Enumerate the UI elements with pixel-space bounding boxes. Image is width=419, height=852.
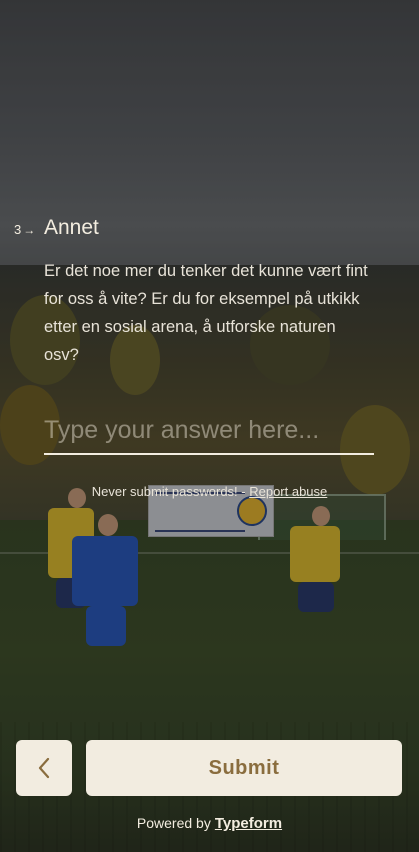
question-title: Annet: [44, 216, 99, 239]
answer-input[interactable]: [44, 407, 374, 455]
report-abuse-link[interactable]: Report abuse: [249, 484, 327, 499]
typeform-link[interactable]: Typeform: [215, 815, 282, 832]
question-number: 3 →: [14, 222, 35, 237]
password-notice: Never submit passwords! - Report abuse: [0, 484, 419, 499]
powered-by-label: Powered by: [136, 815, 211, 831]
submit-button[interactable]: Submit: [86, 740, 402, 796]
arrow-right-icon: →: [23, 223, 36, 237]
question-description: Er det noe mer du tenker det kunne vært …: [44, 262, 368, 364]
chevron-left-icon: [38, 757, 50, 779]
notice-text: Never submit passwords! -: [91, 484, 250, 499]
powered-by: Powered by Typeform: [0, 815, 419, 832]
back-button[interactable]: [16, 740, 72, 796]
question-number-value: 3: [14, 222, 22, 237]
